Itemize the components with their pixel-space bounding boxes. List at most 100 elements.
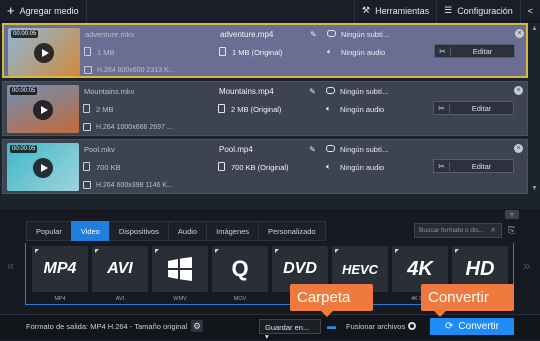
4k-logo: 4K [407, 257, 433, 280]
output-file-icon [218, 162, 225, 171]
top-toolbar: + Agregar medio ⚒ Herramientas ☰ Configu… [0, 0, 540, 22]
refresh-icon: ⟳ [445, 321, 454, 332]
video-codec-icon [84, 66, 92, 74]
tile-corner-icon [215, 249, 219, 253]
output-filename: adventure.mp4 [220, 30, 274, 39]
tab-popular[interactable]: Popular [26, 221, 71, 241]
source-codec: H.264 600x398 1146 K... [96, 182, 173, 189]
remove-file-icon[interactable]: × [514, 144, 523, 153]
settings-label: Configuración [457, 5, 513, 16]
source-filename: adventure.mkv [85, 30, 135, 39]
tab-images[interactable]: Imágenes [206, 221, 259, 241]
audio-icon: 🔈︎ [327, 47, 332, 56]
queue-scrollbar[interactable]: ▲ ▼ [530, 23, 539, 194]
save-location-dropdown[interactable]: Guardar en... ▾ [259, 319, 321, 341]
source-codec: H.264 800x600 2313 K... [97, 67, 175, 74]
scissors-icon: ✂ [434, 161, 450, 171]
menu-icon: ☰ [444, 5, 453, 15]
audio-icon: 🔈︎ [326, 104, 331, 113]
video-thumbnail[interactable]: 00:00:05 [8, 28, 80, 76]
folder-icon[interactable]: ▬ [327, 321, 336, 331]
remove-file-icon[interactable]: × [515, 29, 524, 38]
convert-label: Convertir [458, 321, 499, 332]
settings-button[interactable]: ☰ Configuración [436, 0, 520, 22]
file-row[interactable]: 00:00:05 Pool.mkv 700 KB H.264 600x398 1… [2, 139, 528, 194]
output-size[interactable]: 1 MB (Original) [232, 48, 282, 57]
output-size[interactable]: 700 KB (Original) [231, 163, 289, 172]
format-tile-wmv[interactable]: WMV [152, 246, 208, 302]
convert-button[interactable]: ⟳ Convertir [430, 318, 514, 335]
merge-files-label: Fusionar archivos [346, 322, 406, 331]
file-row[interactable]: 00:00:05 adventure.mkv 1 MB H.264 800x60… [2, 23, 528, 78]
search-icon[interactable]: ⌕ [491, 225, 495, 235]
edit-label: Editar [472, 46, 493, 56]
source-size: 1 MB [97, 48, 115, 57]
tab-audio[interactable]: Audio [167, 221, 207, 241]
play-icon[interactable] [33, 100, 53, 120]
subtitle-dropdown[interactable]: Ningún subtí... [340, 145, 388, 154]
audio-dropdown[interactable]: Ningún audio [341, 48, 385, 57]
video-codec-icon [83, 123, 91, 131]
duration-badge: 00:00:05 [11, 30, 39, 38]
tools-button[interactable]: ⚒ Herramientas [354, 0, 436, 22]
rename-pencil-icon[interactable]: ✎ [309, 87, 316, 96]
quicktime-logo-icon: Q [231, 256, 249, 281]
audio-dropdown[interactable]: Ningún audio [340, 105, 384, 114]
dvd-logo: DVD [283, 260, 317, 277]
plus-icon: + [7, 2, 15, 18]
output-size[interactable]: 2 MB (Original) [231, 105, 281, 114]
scroll-right-icon[interactable]: » [523, 258, 530, 273]
output-settings-gear-icon[interactable]: ⚙ [191, 320, 203, 332]
share-button[interactable]: < [519, 0, 540, 22]
tab-devices[interactable]: Dispositivos [108, 221, 168, 241]
edit-label: Editar [471, 103, 492, 113]
save-location-label: Guardar en... [265, 323, 310, 332]
remove-file-icon[interactable]: × [514, 86, 523, 95]
file-row[interactable]: 00:00:05 Mountains.mkv 2 MB H.264 1000x6… [2, 81, 528, 136]
scissors-icon: ✂ [434, 103, 450, 113]
audio-dropdown[interactable]: Ningún audio [340, 163, 384, 172]
tile-corner-icon [455, 249, 459, 253]
play-icon[interactable] [34, 43, 54, 63]
subtitle-icon [326, 145, 335, 152]
scroll-up-icon[interactable]: ▲ [531, 25, 538, 32]
format-label: WMV [173, 296, 187, 302]
hevc-logo: HEVC [341, 261, 379, 277]
subtitle-dropdown[interactable]: Ningún subtí... [340, 87, 388, 96]
format-tile-avi[interactable]: AVI AVI [92, 246, 148, 302]
edit-button[interactable]: ✂ Editar [434, 44, 515, 58]
video-thumbnail[interactable]: 00:00:05 [7, 143, 79, 191]
tools-icon: ⚒ [362, 5, 371, 15]
edit-button[interactable]: ✂ Editar [433, 101, 514, 115]
tile-corner-icon [35, 249, 39, 253]
format-label: MP4 [54, 296, 66, 302]
format-tile-mov[interactable]: Q MOV [212, 246, 268, 302]
source-filename: Pool.mkv [84, 145, 115, 154]
file-icon [83, 104, 90, 113]
play-icon[interactable] [33, 158, 53, 178]
collapse-panel-icon[interactable]: » [505, 210, 519, 219]
format-tile-mp4[interactable]: MP4 MP4 [32, 246, 88, 302]
merge-files-toggle[interactable] [408, 322, 416, 330]
audio-icon: 🔈︎ [326, 162, 331, 171]
source-filename: Mountains.mkv [84, 87, 135, 96]
video-thumbnail[interactable]: 00:00:05 [7, 85, 79, 133]
tab-video[interactable]: Video [70, 221, 109, 241]
format-tabs: Popular Video Dispositivos Audio Imágene… [26, 221, 326, 241]
rename-pencil-icon[interactable]: ✎ [309, 145, 316, 154]
scroll-down-icon[interactable]: ▼ [531, 185, 538, 192]
add-media-button[interactable]: + Agregar medio [0, 0, 87, 22]
scroll-left-icon[interactable]: « [7, 258, 14, 273]
device-detect-icon[interactable]: ⎘ [508, 225, 515, 236]
format-search-input[interactable]: Buscar formato o dis... [414, 223, 502, 238]
tile-corner-icon [335, 249, 339, 253]
duration-badge: 00:00:05 [10, 87, 38, 95]
output-filename: Pool.mp4 [219, 145, 253, 154]
edit-button[interactable]: ✂ Editar [433, 159, 514, 173]
subtitle-dropdown[interactable]: Ningún subtí... [341, 30, 389, 39]
file-queue: 00:00:05 adventure.mkv 1 MB H.264 800x60… [2, 23, 528, 194]
source-codec: H.264 1000x666 2697 ... [96, 124, 173, 131]
share-icon: < [527, 5, 533, 16]
tab-custom[interactable]: Personalizado [258, 221, 326, 241]
rename-pencil-icon[interactable]: ✎ [310, 30, 317, 39]
